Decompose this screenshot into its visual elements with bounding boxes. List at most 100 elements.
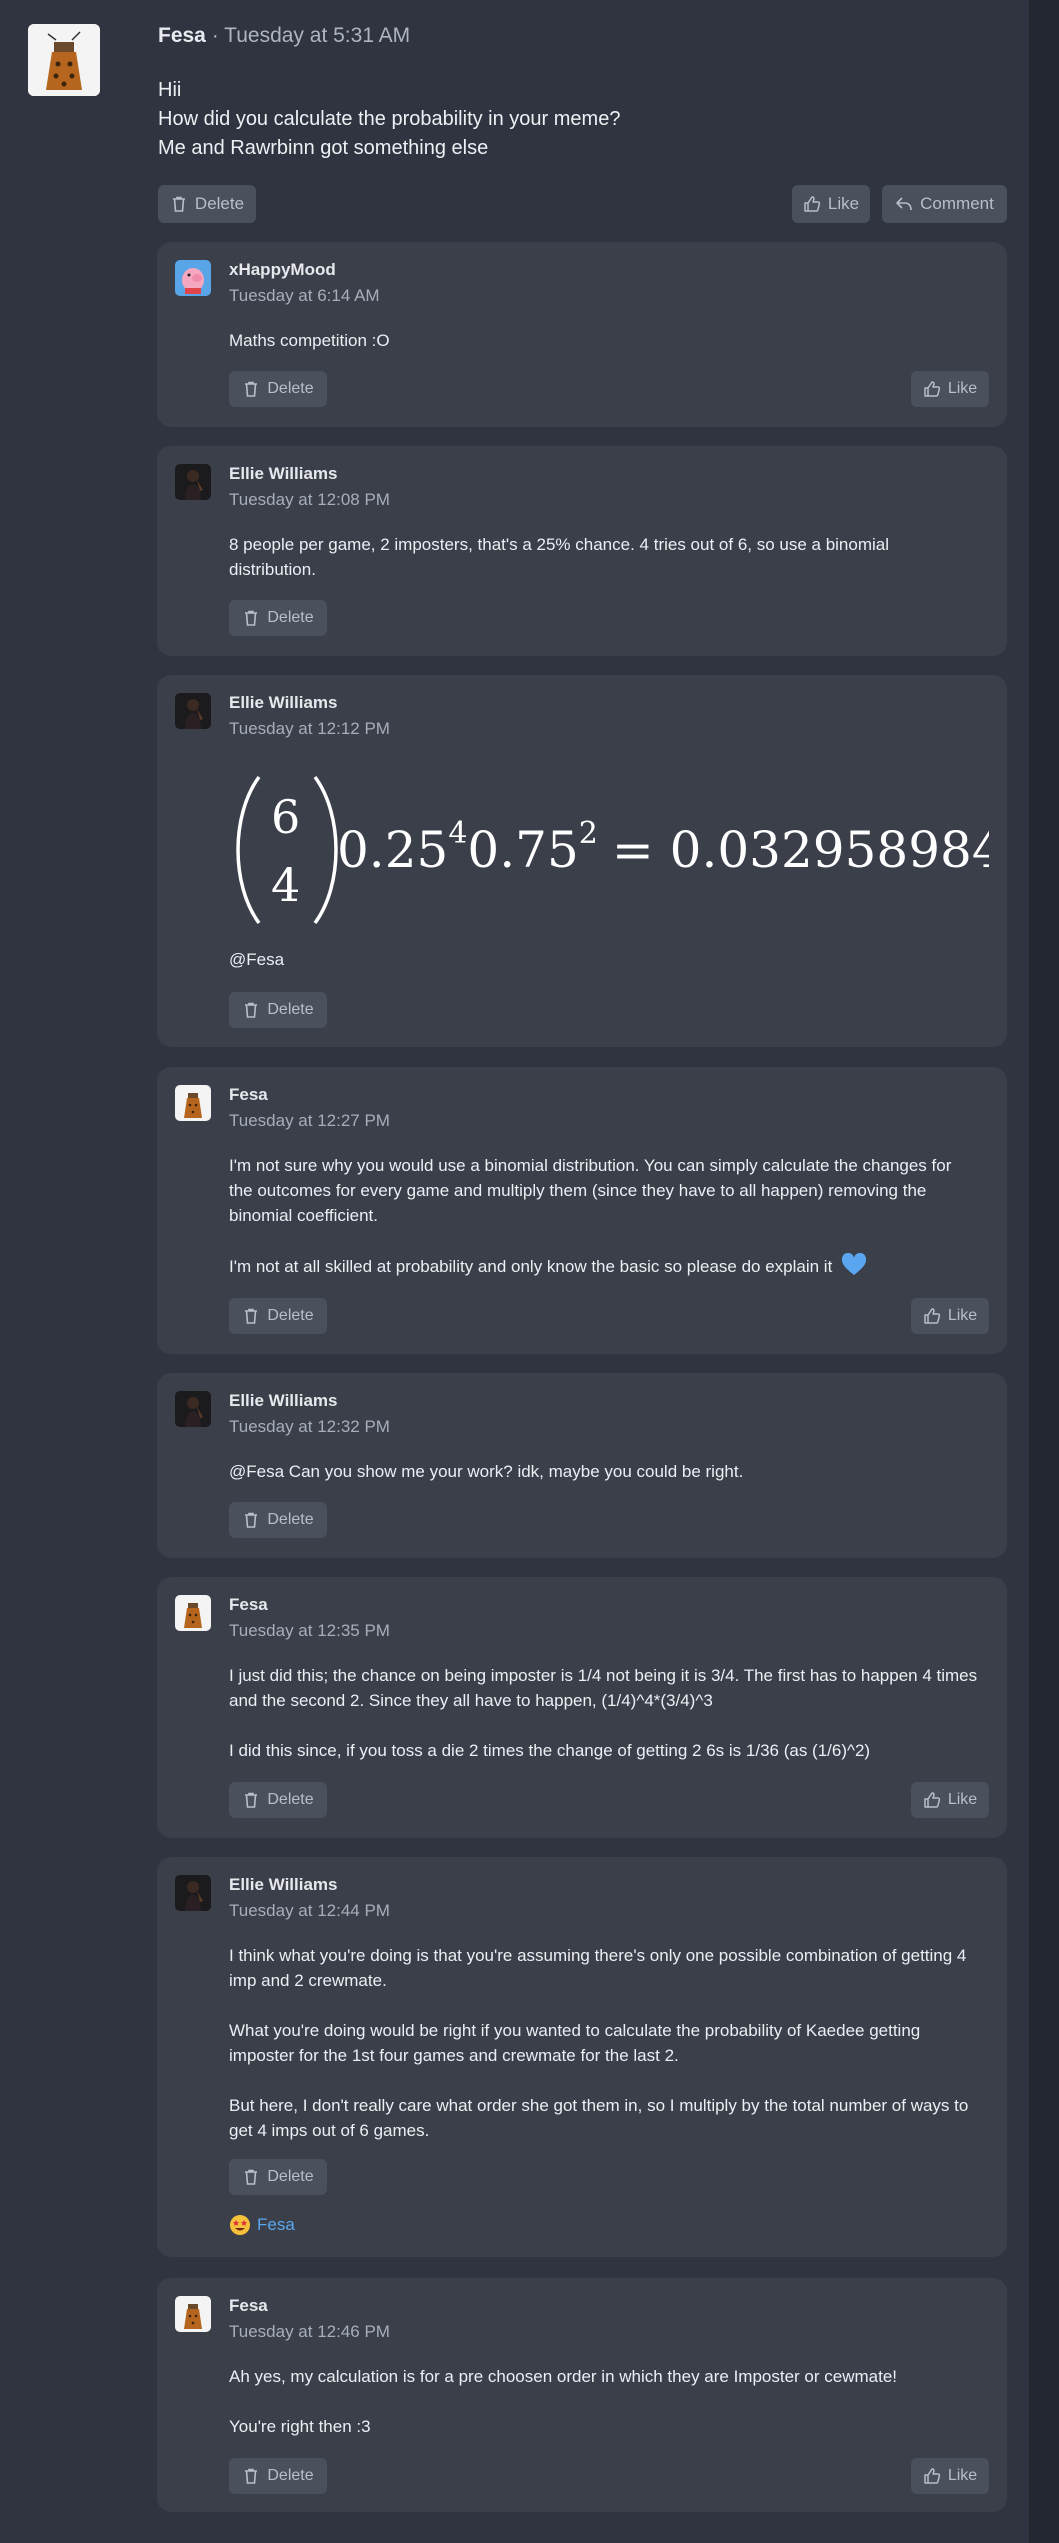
trash-icon [245, 610, 258, 626]
trash-icon [172, 196, 185, 212]
reply-paragraph: What you're doing would be right if you … [229, 2021, 921, 2065]
reply-text: I'm not sure why you would use a binomia… [229, 1153, 979, 1279]
thumbs-up-icon [924, 1792, 940, 1808]
star-struck-emoji-icon [230, 2215, 250, 2235]
reply-time[interactable]: Tuesday at 12:46 PM [229, 2322, 390, 2342]
avatar-fesa[interactable] [28, 24, 100, 96]
comment-button[interactable]: Comment [882, 185, 1007, 223]
post-line: How did you calculate the probability in… [158, 108, 621, 130]
mention-link[interactable]: @Fesa [229, 1462, 284, 1481]
delete-button[interactable]: Delete [229, 600, 327, 636]
reply-card: Fesa Tuesday at 12:46 PM Ah yes, my calc… [157, 2278, 1007, 2512]
expr-exp2: 2 [579, 816, 598, 851]
reply-author[interactable]: Ellie Williams [229, 464, 338, 484]
delete-label: Delete [267, 1791, 314, 1808]
thumbs-up-icon [924, 1308, 940, 1324]
delete-button[interactable]: Delete [229, 371, 327, 407]
avatar-fesa[interactable] [175, 1595, 211, 1631]
reply-author[interactable]: Fesa [229, 1595, 268, 1615]
post-author[interactable]: Fesa [158, 24, 206, 47]
reply-author[interactable]: Fesa [229, 2296, 268, 2316]
delete-label: Delete [194, 194, 245, 213]
mention-link[interactable]: @Fesa [229, 950, 284, 969]
expr-base2: 0.75 [467, 821, 578, 879]
reply-time[interactable]: Tuesday at 12:27 PM [229, 1111, 390, 1131]
thumbs-up-icon [804, 196, 821, 212]
like-button[interactable]: Like [911, 1298, 989, 1334]
reply-author[interactable]: Fesa [229, 1085, 268, 1105]
expr-result: = 0.032958984375 [612, 821, 989, 879]
reaction-summary[interactable]: Fesa [229, 2214, 295, 2236]
avatar-ellie-williams[interactable] [175, 693, 211, 729]
reply-paragraph: I did this since, if you toss a die 2 ti… [229, 1741, 871, 1760]
trash-icon [245, 2169, 258, 2185]
reply-time[interactable]: Tuesday at 12:44 PM [229, 1901, 390, 1921]
delete-button[interactable]: Delete [229, 1298, 327, 1334]
heart-emoji-icon [841, 1252, 867, 1275]
reply-time[interactable]: Tuesday at 12:32 PM [229, 1417, 390, 1437]
avatar-ellie-williams[interactable] [175, 1875, 211, 1911]
delete-label: Delete [267, 2467, 314, 2484]
delete-label: Delete [267, 609, 314, 626]
avatar-ellie-williams[interactable] [175, 464, 211, 500]
reply-card: Fesa Tuesday at 12:27 PM I'm not sure wh… [157, 1067, 1007, 1354]
reply-card: Fesa Tuesday at 12:35 PM I just did this… [157, 1577, 1007, 1838]
delete-label: Delete [267, 1001, 314, 1018]
delete-button[interactable]: Delete [229, 992, 327, 1028]
reply-text: I think what you're doing is that you're… [229, 1943, 979, 2143]
reply-paragraph: Ah yes, my calculation is for a pre choo… [229, 2367, 898, 2386]
post-time[interactable]: Tuesday at 5:31 AM [224, 24, 410, 47]
delete-button[interactable]: Delete [229, 1782, 327, 1818]
reply-text: Ah yes, my calculation is for a pre choo… [229, 2364, 979, 2439]
reply-paragraph: I think what you're doing is that you're… [229, 1946, 967, 1990]
avatar-fesa[interactable] [175, 1085, 211, 1121]
like-label: Like [947, 2467, 978, 2484]
delete-label: Delete [267, 1307, 314, 1324]
like-button[interactable]: Like [911, 371, 989, 407]
reply-arrow-icon [896, 197, 912, 211]
math-formula: 6 4 0.2540.752= 0.032958984375 [229, 765, 1059, 935]
post-line: Hii [158, 79, 182, 101]
like-button[interactable]: Like [911, 1782, 989, 1818]
reply-text: @Fesa Can you show me your work? idk, ma… [229, 1459, 979, 1484]
reply-paragraph: I'm not at all skilled at probability an… [229, 1257, 833, 1276]
reply-author[interactable]: Ellie Williams [229, 693, 338, 713]
reply-author[interactable]: Ellie Williams [229, 1875, 338, 1895]
delete-button[interactable]: Delete [229, 1502, 327, 1538]
post-line: Me and Rawrbinn got something else [158, 137, 489, 159]
reply-card: xHappyMood Tuesday at 6:14 AM Maths comp… [157, 242, 1007, 427]
reply-paragraph: Can you show me your work? idk, maybe yo… [288, 1462, 744, 1481]
trash-icon [245, 381, 258, 397]
reply-card: Ellie Williams Tuesday at 12:44 PM I thi… [157, 1857, 1007, 2257]
avatar-fesa[interactable] [175, 2296, 211, 2332]
reply-time[interactable]: Tuesday at 6:14 AM [229, 286, 380, 306]
reply-time[interactable]: Tuesday at 12:08 PM [229, 490, 390, 510]
reply-text: Maths competition :O [229, 328, 979, 353]
scrollbar[interactable] [1029, 0, 1059, 2543]
like-label: Like [947, 1791, 978, 1808]
delete-label: Delete [267, 1511, 314, 1528]
reaction-user[interactable]: Fesa [257, 2215, 295, 2235]
reply-paragraph: But here, I don't really care what order… [229, 2096, 969, 2140]
avatar-xhappymood[interactable] [175, 260, 211, 296]
trash-icon [245, 1308, 258, 1324]
reply-time[interactable]: Tuesday at 12:35 PM [229, 1621, 390, 1641]
binom-n: 6 [271, 790, 300, 844]
like-button[interactable]: Like [792, 185, 870, 223]
delete-button[interactable]: Delete [229, 2159, 327, 2195]
trash-icon [245, 1002, 258, 1018]
reply-author[interactable]: Ellie Williams [229, 1391, 338, 1411]
like-label: Like [947, 1307, 978, 1324]
reply-paragraph: Maths competition :O [229, 331, 390, 350]
delete-button[interactable]: Delete [158, 185, 256, 223]
trash-icon [245, 1512, 258, 1528]
trash-icon [245, 1792, 258, 1808]
reply-time[interactable]: Tuesday at 12:12 PM [229, 719, 390, 739]
trash-icon [245, 2468, 258, 2484]
reply-author[interactable]: xHappyMood [229, 260, 336, 280]
avatar-ellie-williams[interactable] [175, 1391, 211, 1427]
delete-button[interactable]: Delete [229, 2458, 327, 2494]
expr-base1: 0.25 [337, 821, 448, 879]
reply-paragraph: You're right then :3 [229, 2417, 371, 2436]
like-button[interactable]: Like [911, 2458, 989, 2494]
